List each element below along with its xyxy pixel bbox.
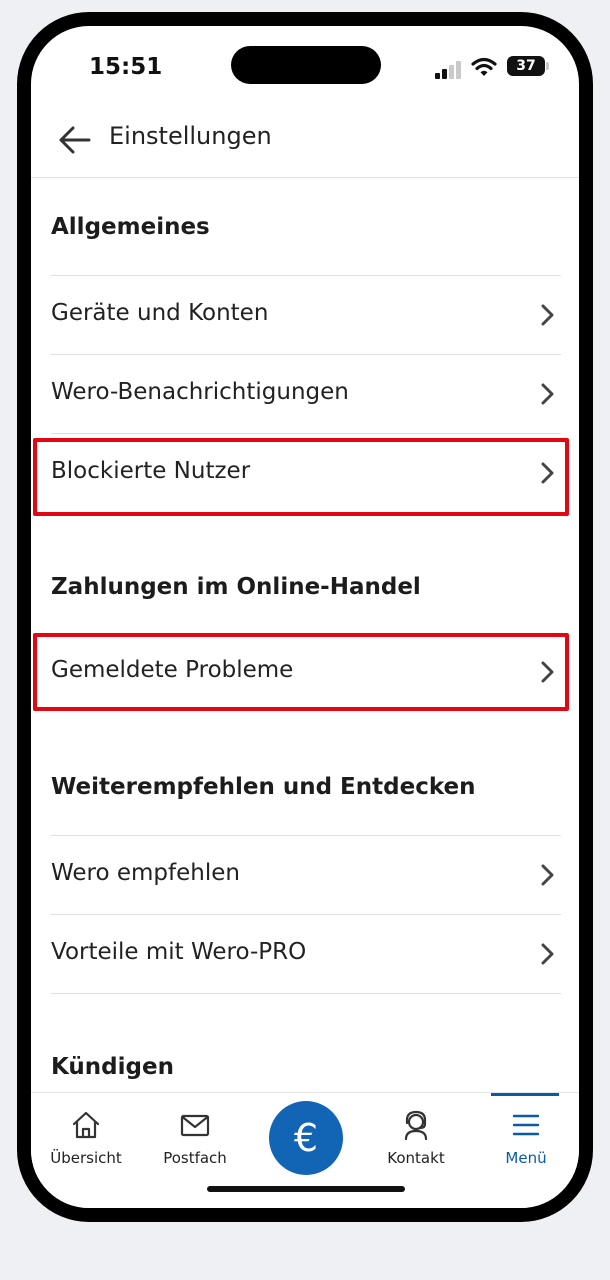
settings-row-reported-problems[interactable]: Gemeldete Probleme <box>51 633 561 712</box>
wifi-icon <box>471 57 497 76</box>
status-bar: 15:51 37 <box>31 26 579 90</box>
signal-icon <box>435 59 467 79</box>
row-label: Wero empfehlen <box>51 860 240 886</box>
row-label: Wero-Benachrichtigungen <box>51 379 349 405</box>
tab-inbox[interactable]: Postfach <box>140 1093 250 1173</box>
settings-row-devices[interactable]: Geräte und Konten <box>51 275 561 354</box>
chevron-right-icon <box>541 943 554 965</box>
chevron-right-icon <box>541 864 554 886</box>
section-title-recommend: Weiterempfehlen und Entdecken <box>51 774 476 800</box>
status-time: 15:51 <box>89 54 163 80</box>
chevron-right-icon <box>541 661 554 683</box>
row-label: Gemeldete Probleme <box>51 657 294 683</box>
settings-row-recommend-wero[interactable]: Wero empfehlen <box>51 835 561 914</box>
tab-contact[interactable]: Kontakt <box>361 1093 471 1173</box>
tab-label: Kontakt <box>387 1149 445 1167</box>
back-arrow-icon[interactable] <box>55 120 95 160</box>
dynamic-island <box>231 46 381 84</box>
tab-label: Übersicht <box>50 1149 122 1167</box>
settings-row-wero-pro[interactable]: Vorteile mit Wero-PRO <box>51 914 561 994</box>
chevron-right-icon <box>541 462 554 484</box>
page-title: Einstellungen <box>109 122 272 150</box>
tab-label: Postfach <box>163 1149 227 1167</box>
menu-icon <box>512 1114 540 1136</box>
battery-icon: 37 <box>507 56 549 76</box>
contact-headset-icon <box>404 1110 428 1141</box>
screen: 15:51 37 Einstellungen Allgemeines Gerät… <box>31 26 579 1208</box>
row-label: Vorteile mit Wero-PRO <box>51 939 307 965</box>
euro-pay-button[interactable]: € <box>269 1101 343 1175</box>
chevron-right-icon <box>541 383 554 405</box>
row-label: Blockierte Nutzer <box>51 458 251 484</box>
chevron-right-icon <box>541 304 554 326</box>
mail-icon <box>180 1114 210 1137</box>
section-title-cancel: Kündigen <box>51 1054 174 1080</box>
home-indicator <box>207 1186 405 1192</box>
tab-menu[interactable]: Menü <box>471 1093 579 1173</box>
settings-row-blocked-users[interactable]: Blockierte Nutzer <box>51 433 561 512</box>
settings-row-notifications[interactable]: Wero-Benachrichtigungen <box>51 354 561 433</box>
home-icon <box>72 1111 100 1139</box>
phone-frame: 15:51 37 Einstellungen Allgemeines Gerät… <box>17 12 593 1222</box>
section-title-general: Allgemeines <box>51 214 210 240</box>
battery-level: 37 <box>516 58 536 74</box>
section-title-online: Zahlungen im Online-Handel <box>51 574 421 600</box>
row-label: Geräte und Konten <box>51 300 269 326</box>
active-tab-indicator <box>491 1093 559 1096</box>
page-header: Einstellungen <box>31 106 579 178</box>
tab-overview[interactable]: Übersicht <box>31 1093 141 1173</box>
tab-label: Menü <box>505 1149 547 1167</box>
